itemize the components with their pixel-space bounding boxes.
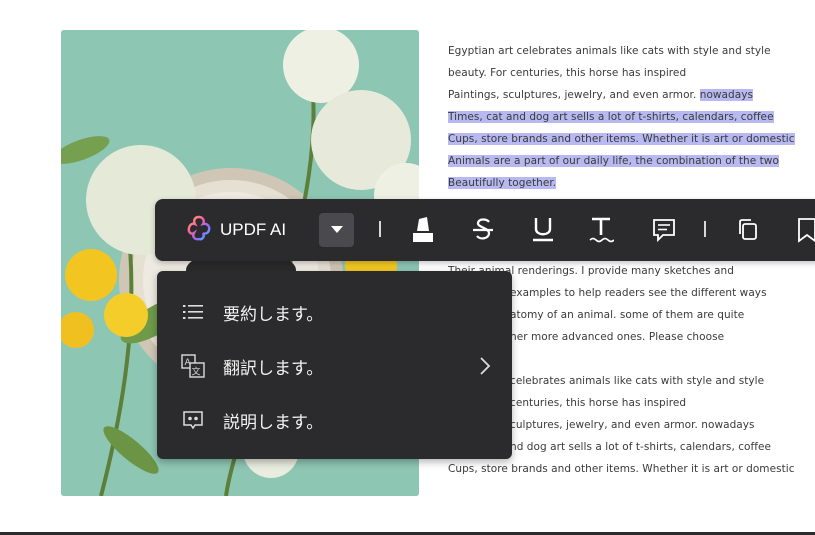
menu-item-summarize[interactable]: 要約します。 [157,286,512,338]
highlighted-text: Beautifully together. [448,177,557,189]
text-segment: Paintings, sculptures, jewelry, and even… [448,89,700,101]
translate-icon: A 文 [181,354,205,378]
bookmark-tool[interactable] [791,214,815,246]
text-line: Egyptian art celebrates animals like cat… [448,45,771,57]
copy-icon [739,219,757,240]
text-line: Cups, store brands and other items. Whet… [448,463,795,475]
paragraph-1: Egyptian art celebrates animals like cat… [448,40,808,194]
ai-dropdown-button[interactable] [319,213,354,247]
selection-toolbar: UPDF AI [155,199,815,261]
comment-tool[interactable] [649,214,679,246]
menu-item-label: 説明します。 [223,412,324,433]
menu-item-label: 翻訳します。 [223,358,324,379]
menu-item-label: 要約します。 [223,304,324,325]
squiggly-tool[interactable] [586,214,616,246]
highlight-tool[interactable] [408,214,438,246]
strikethrough-tool[interactable] [468,214,498,246]
svg-text:文: 文 [192,366,201,378]
highlighted-text: Cups, store brands and other items. Whet… [448,133,795,145]
toolbar-divider [704,221,706,237]
highlight-icon [413,217,433,242]
copy-tool[interactable] [733,214,763,246]
highlighted-text: Animals are a part of our daily life, th… [448,155,779,167]
caret-down-icon [330,226,343,233]
text-line: Beautifully together. [448,172,808,194]
toolbar-divider [379,221,381,237]
menu-item-translate[interactable]: A 文 翻訳します。 [157,340,512,392]
list-icon [181,300,205,324]
ai-action-menu: 要約します。 A 文 翻訳します。 説明します。 [157,271,512,459]
text-line: Animals are a part of our daily life, th… [448,150,808,172]
text-line: Times, cat and dog art sells a lot of t-… [448,106,808,128]
text-line: Paintings, sculptures, jewelry, and even… [448,84,808,106]
text-line: Cups, store brands and other items. Whet… [448,128,808,150]
highlighted-text: Times, cat and dog art sells a lot of t-… [448,111,774,123]
underline-tool[interactable] [528,214,558,246]
bookmark-icon [798,218,815,243]
chevron-right-icon [480,357,491,375]
menu-item-explain[interactable]: 説明します。 [157,394,512,446]
text-line: beauty. For centuries, this horse has in… [448,67,687,79]
explain-bubble-icon [181,408,205,432]
updf-ai-logo-icon [185,214,213,246]
strikethrough-icon [473,218,493,240]
underline-icon [533,218,553,242]
comment-icon [653,219,675,243]
ai-label: UPDF AI [220,220,287,239]
squiggly-underline-icon [589,217,614,243]
highlighted-text: nowadays [699,89,754,101]
updf-ai-button[interactable]: UPDF AI [185,215,286,245]
